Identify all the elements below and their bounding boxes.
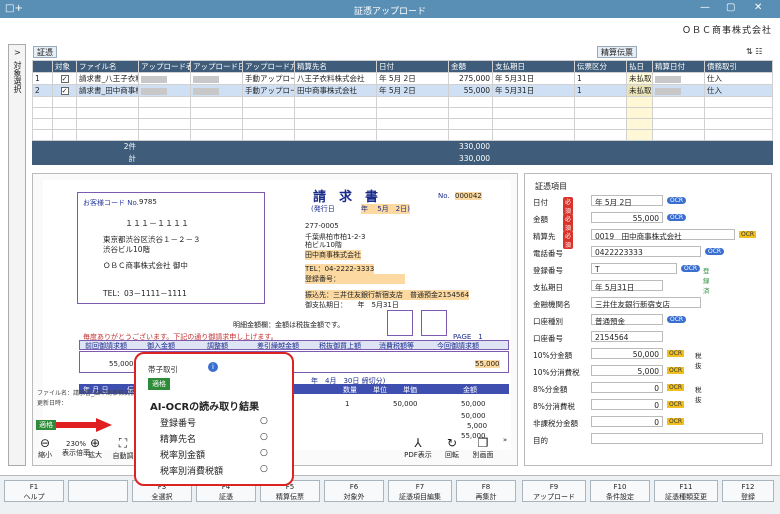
f1-help-button[interactable]: F1 ヘルプ <box>4 480 64 502</box>
due-input[interactable]: 年 5月31日 <box>591 280 663 292</box>
minus-circle-icon: ⊖ <box>39 436 51 450</box>
info-icon[interactable]: i <box>208 362 218 372</box>
acctype-select[interactable]: 普通預金 <box>591 314 663 326</box>
t10-input[interactable]: 50,000 <box>591 348 663 359</box>
amount-input[interactable]: 55,000 <box>591 212 663 223</box>
voucher-fields-panel: 証憑項目 日付 必須 年 5月 2日 OCR 金額 必須 55,000 OCR … <box>524 173 772 466</box>
col-pay[interactable]: 払日 <box>626 60 653 73</box>
redacted <box>655 75 681 83</box>
close-icon[interactable]: ✕ <box>754 2 762 13</box>
f6-exclude-button[interactable]: F6 対象外 <box>324 480 384 502</box>
f10-conditions-button[interactable]: F10 条件設定 <box>590 480 650 502</box>
ocr-badge: OCR <box>667 197 687 204</box>
nontax-input[interactable]: 0 <box>591 416 663 427</box>
minimize-icon[interactable]: — <box>700 2 710 13</box>
warning-icon: OCR <box>739 231 757 238</box>
t10tax-input[interactable]: 5,000 <box>591 365 663 376</box>
table-row[interactable]: 1 ✓ 請求書_八王子衣料株式 手動アップロード 八王子衣料株式会社 年 5月 … <box>32 72 773 85</box>
auto-fit-button[interactable]: ⛶ 自動調 <box>110 436 136 461</box>
col-date[interactable]: 日付 <box>376 60 449 73</box>
phone-input[interactable]: 0422223333 <box>591 246 701 257</box>
window-icon: ❐ <box>477 436 489 450</box>
f2-button[interactable] <box>68 480 128 502</box>
empty-row <box>32 96 773 108</box>
check-circle-icon: ○ <box>260 432 268 442</box>
fit-icon: ⛶ <box>118 436 128 450</box>
accno-input[interactable]: 2154564 <box>591 331 663 342</box>
maximize-icon[interactable]: ▢ <box>726 2 735 13</box>
redacted <box>141 75 167 83</box>
redacted <box>141 87 167 95</box>
f7-edit-fields-button[interactable]: F7 証憑項目編集 <box>388 480 452 502</box>
popup-kind: 帯子取引 <box>148 365 178 374</box>
col-upload-method[interactable]: アップロード方法 <box>242 60 295 73</box>
col-amount[interactable]: 金額 <box>448 60 493 73</box>
target-select-tab[interactable]: > 対象選択 <box>8 44 26 466</box>
reg-input[interactable]: T <box>591 263 677 274</box>
pdf-view-button[interactable]: ⅄ PDF表示 <box>402 436 434 460</box>
col-file[interactable]: ファイル名 <box>76 60 139 73</box>
summary-count-row: 2件 330,000 <box>32 140 773 153</box>
payee-input[interactable]: 0019 田中商事株式会社 <box>591 229 735 241</box>
summary-total-row: 計 330,000 <box>32 152 773 165</box>
rotate-button[interactable]: ↻ 回転 <box>440 436 464 460</box>
bank-input[interactable]: 三井住友銀行新宿支店 <box>591 297 701 309</box>
redacted <box>193 75 219 83</box>
qualified-badge: 適格 <box>36 420 56 430</box>
tab-seisan[interactable]: 精算伝票 <box>597 46 637 58</box>
side-tab-label: 対象選択 <box>13 61 22 93</box>
rotate-icon: ↻ <box>446 436 458 450</box>
col-settle-date[interactable]: 精算日付 <box>652 60 705 73</box>
table-row-selected[interactable]: 2 ✓ 請求書_田中商事株式会 手動アップロード 田中商事株式会社 年 5月 2… <box>32 84 773 97</box>
redacted <box>193 87 219 95</box>
row-checkbox[interactable]: ✓ <box>60 75 69 83</box>
company-name: ＯＢＣ商事株式会社 <box>681 26 772 36</box>
col-uploader[interactable]: アップロード者名 <box>138 60 191 73</box>
upload-grid: 対象 ファイル名 アップロード者名 アップロード日時 アップロード方法 精算先名… <box>32 60 773 165</box>
empty-row <box>32 129 773 141</box>
red-arrow-icon <box>52 418 112 432</box>
section-title: 証憑項目 <box>535 182 567 191</box>
more-icon[interactable]: » <box>498 436 512 444</box>
tab-shoken[interactable]: 証憑 <box>33 46 57 58</box>
purpose-input[interactable] <box>591 433 763 444</box>
col-target[interactable]: 対象 <box>52 60 77 73</box>
empty-row <box>32 118 773 130</box>
f9-upload-button[interactable]: F9 アップロード <box>522 480 586 502</box>
qualified-badge: 適格 <box>148 378 170 390</box>
pdf-icon: ⅄ <box>414 436 422 450</box>
popup-heading: AI-OCRの読み取り結果 <box>150 402 260 413</box>
sort-icon[interactable]: ⇅ ☷ <box>746 47 762 56</box>
chevron-right-icon[interactable]: > <box>14 48 21 57</box>
t8-input[interactable]: 0 <box>591 382 663 393</box>
function-key-bar: F1 ヘルプ F3 全選択 F4 証憑 F5 精算伝票 F6 対象外 F7 証憑項目編集 F… <box>0 475 780 514</box>
col-saimu[interactable]: 債務取引 <box>704 60 773 73</box>
title-bar: □+ 証憑アップロード — ▢ ✕ <box>0 0 780 18</box>
f11-change-type-button[interactable]: F11 証憑種類変更 <box>654 480 718 502</box>
ocr-result-popup: 帯子取引 i 適格 AI-OCRの読み取り結果 登録番号 ○ 精算先名 ○ 税率… <box>134 352 294 486</box>
f8-recalc-button[interactable]: F8 再集計 <box>456 480 516 502</box>
col-payee[interactable]: 精算先名 <box>294 60 377 73</box>
window-title: 証憑アップロード <box>353 7 426 17</box>
zoom-out-button[interactable]: ⊖ 縮小 <box>34 436 56 460</box>
grid-header: 対象 ファイル名 アップロード者名 アップロード日時 アップロード方法 精算先名… <box>32 60 773 73</box>
f12-register-button[interactable]: F12 登録 <box>722 480 774 502</box>
empty-row <box>32 107 773 119</box>
t8tax-input[interactable]: 0 <box>591 399 663 410</box>
check-circle-icon: ○ <box>260 448 268 458</box>
col-kubun[interactable]: 伝票区分 <box>574 60 627 73</box>
row-checkbox[interactable]: ✓ <box>60 87 69 95</box>
redacted <box>655 87 681 95</box>
col-upload-date[interactable]: アップロード日時 <box>190 60 243 73</box>
date-input[interactable]: 年 5月 2日 <box>591 195 663 207</box>
split-window-button[interactable]: ❐ 別画面 <box>468 436 498 460</box>
zoom-in-button[interactable]: ⊕ 拡大 <box>84 436 106 460</box>
check-circle-icon: ○ <box>260 464 268 474</box>
plus-circle-icon: ⊕ <box>89 436 101 450</box>
col-due[interactable]: 支払期日 <box>492 60 575 73</box>
check-circle-icon: ○ <box>260 416 268 426</box>
registered-status: 登録済 <box>703 267 710 295</box>
invoice-title: 請 求 書 <box>313 190 379 205</box>
